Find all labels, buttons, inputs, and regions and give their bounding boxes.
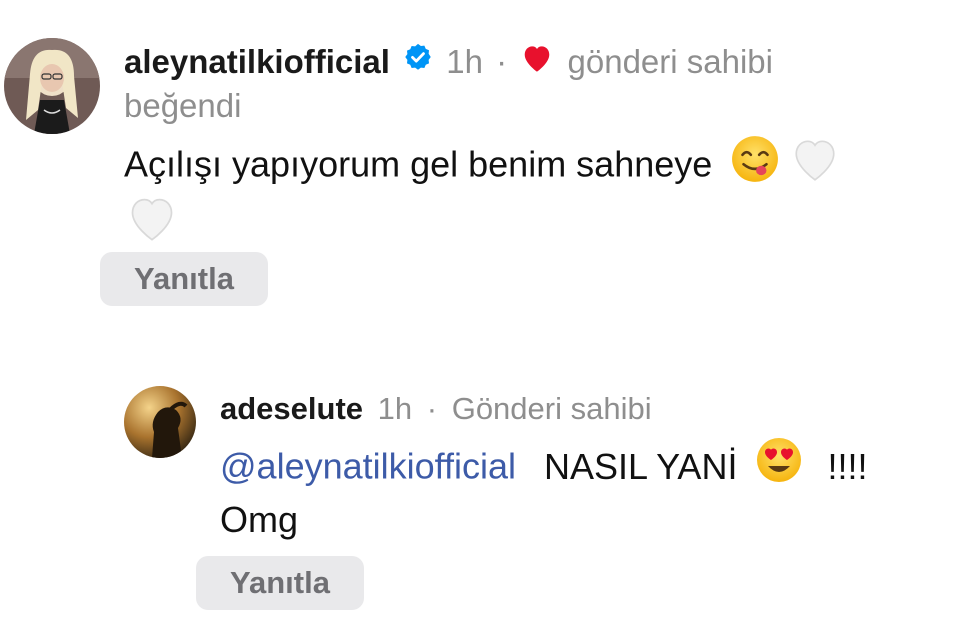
white-heart-icon [126, 194, 178, 252]
mention-link[interactable]: @aleynatilkiofficial [220, 446, 516, 487]
comment-body: Açılışı yapıyorum gel benim sahneye [124, 143, 713, 185]
separator: · [426, 391, 438, 426]
reply-text: @aleynatilkiofficial NASIL YANİ !!!! Omg [220, 438, 960, 544]
owner-label: Gönderi sahibi [451, 391, 652, 426]
comment-header: aleynatilkiofficial 1h · gönderi sahibi [124, 42, 773, 82]
comment-username[interactable]: aleynatilkiofficial [124, 43, 390, 80]
yum-emoji-icon [730, 134, 780, 194]
white-heart-icon [790, 135, 840, 193]
reply-header: adeselute 1h · Gönderi sahibi [220, 390, 652, 428]
comment-time: 1h [446, 43, 483, 80]
reply-body: NASIL YANİ [544, 445, 738, 487]
separator: · [496, 43, 508, 80]
liked-by-owner-text-cont: beğendi [124, 87, 242, 124]
heart-icon [520, 42, 554, 82]
reply-username[interactable]: adeselute [220, 391, 363, 426]
verified-badge-icon [403, 41, 433, 81]
heart-eyes-emoji-icon [755, 436, 803, 496]
reply-time: 1h [377, 391, 413, 426]
reply-button[interactable]: Yanıtla [100, 252, 268, 306]
reply-body-line2: Omg [220, 499, 299, 540]
reply-exclamation: !!!! [827, 445, 868, 487]
comment-text: Açılışı yapıyorum gel benim sahneye [124, 136, 954, 252]
avatar-photo [124, 386, 196, 458]
reply-button[interactable]: Yanıtla [196, 556, 364, 610]
avatar-photo [4, 38, 100, 134]
avatar-aleynatilkiofficial[interactable] [4, 38, 100, 134]
liked-by-owner-text: gönderi sahibi [567, 43, 773, 80]
avatar-adeselute[interactable] [124, 386, 196, 458]
